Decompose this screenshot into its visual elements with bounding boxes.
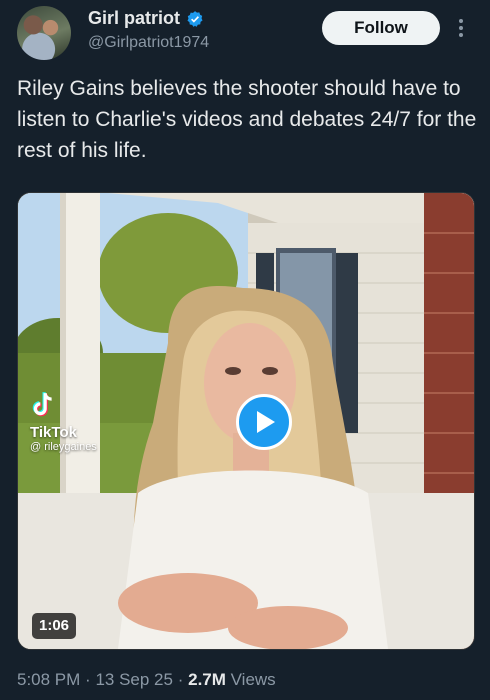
tiktok-brand: TikTok — [30, 424, 77, 441]
separator-dot: · — [85, 670, 91, 689]
avatar[interactable] — [17, 6, 71, 60]
display-name[interactable]: Girl patriot — [88, 8, 180, 29]
tiktok-logo-icon — [32, 392, 52, 417]
separator-dot: · — [177, 670, 184, 689]
play-button[interactable] — [236, 394, 292, 450]
tiktok-watermark: TikTok @ rileygaines — [30, 391, 97, 453]
tiktok-handle: @ rileygaines — [30, 441, 97, 453]
play-icon — [257, 411, 275, 433]
video-player[interactable]: TikTok @ rileygaines 1:06 — [17, 192, 475, 650]
tweet-header: Girl patriot @Girlpatriot1974 Follow — [0, 0, 490, 62]
tweet-meta: 5:08 PM · 13 Sep 25 · 2.7M Views — [17, 670, 276, 690]
tweet-text: Riley Gains believes the shooter should … — [17, 77, 477, 162]
views-label: Views — [230, 670, 276, 689]
tweet-time[interactable]: 5:08 PM — [17, 670, 80, 689]
author-name-row[interactable]: Girl patriot — [88, 8, 204, 29]
verified-badge-icon — [187, 10, 203, 27]
user-handle[interactable]: @Girlpatriot1974 — [88, 34, 209, 52]
more-options-icon[interactable] — [455, 16, 467, 40]
views-count: 2.7M — [188, 670, 226, 689]
tweet-date[interactable]: 13 Sep 25 — [95, 670, 173, 689]
follow-button[interactable]: Follow — [322, 11, 440, 45]
video-duration: 1:06 — [32, 613, 77, 639]
